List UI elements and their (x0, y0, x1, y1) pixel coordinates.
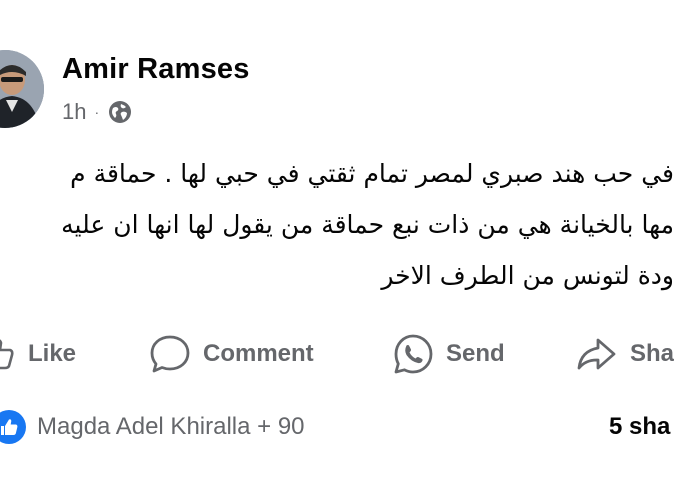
post-text-line: ودة لتونس من الطرف الاخر (381, 261, 674, 290)
author-avatar[interactable] (0, 50, 44, 128)
facebook-post: Amir Ramses 1h · في حب هند صبري لمصر تما… (0, 0, 674, 485)
send-label: Send (446, 340, 505, 367)
like-reaction-icon[interactable] (0, 410, 26, 444)
post-action-bar: Like Comment Send Sha (0, 331, 674, 377)
thumbs-up-icon (1, 419, 18, 435)
globe-icon[interactable] (108, 100, 132, 124)
comment-label: Comment (203, 340, 314, 367)
send-button[interactable]: Send (392, 331, 505, 377)
reactions-footer: Magda Adel Khiralla + 90 5 sha (0, 405, 674, 449)
post-meta: 1h · (62, 97, 132, 127)
share-arrow-icon (577, 338, 616, 370)
avatar-portrait-icon (0, 50, 44, 128)
post-text: في حب هند صبري لمصر تمام ثقتي في حبي لها… (0, 148, 674, 301)
post-text-line: في حب هند صبري لمصر تمام ثقتي في حبي لها… (70, 159, 674, 188)
whatsapp-icon (394, 334, 433, 374)
share-label: Sha (630, 340, 674, 367)
share-count[interactable]: 5 sha (609, 413, 670, 441)
thumbs-up-icon (0, 339, 14, 370)
meta-separator: · (94, 104, 100, 120)
like-button[interactable]: Like (0, 331, 76, 377)
post-time[interactable]: 1h (62, 99, 86, 125)
reaction-summary[interactable]: Magda Adel Khiralla + 90 (37, 413, 305, 441)
like-label: Like (28, 340, 77, 367)
share-button[interactable]: Sha (576, 331, 674, 377)
post-text-line: مها بالخيانة هي من ذات نبع حماقة من يقول… (61, 210, 674, 239)
comment-button[interactable]: Comment (149, 331, 314, 377)
author-name[interactable]: Amir Ramses (62, 53, 250, 86)
comment-icon (150, 335, 190, 373)
